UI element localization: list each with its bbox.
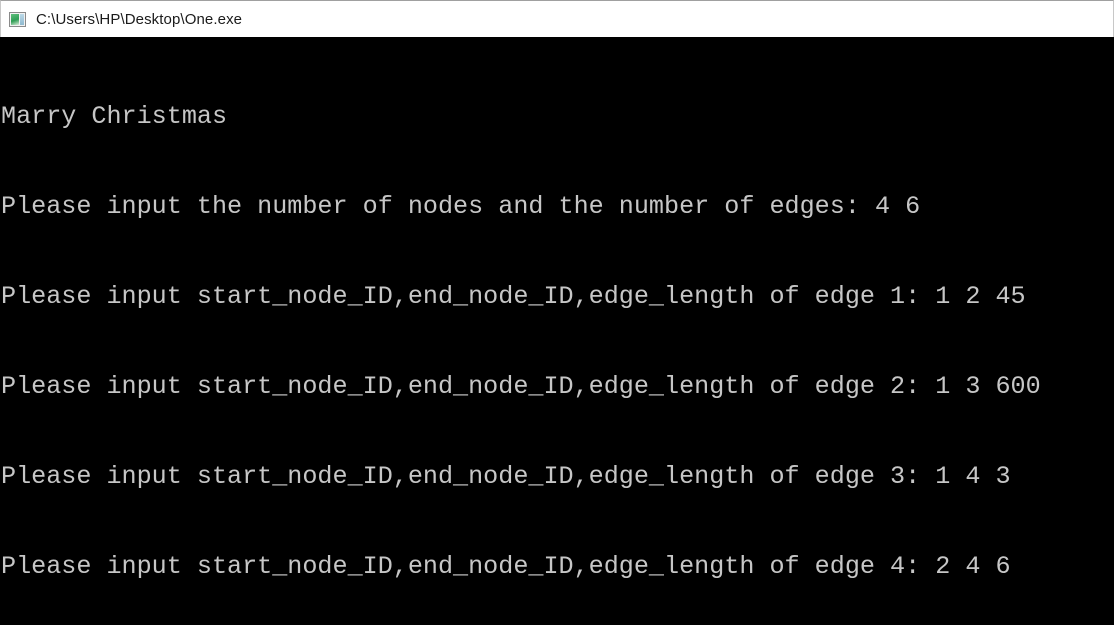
console-output-area[interactable]: Marry Christmas Please input the number … <box>0 37 1114 625</box>
console-line: Please input the number of nodes and the… <box>1 192 921 221</box>
console-app-icon <box>9 11 26 27</box>
console-line: Please input start_node_ID,end_node_ID,e… <box>1 462 1011 491</box>
console-line: Please input start_node_ID,end_node_ID,e… <box>1 282 1026 311</box>
app-icon-sidepane <box>20 13 24 25</box>
title-bar[interactable]: C:\Users\HP\Desktop\One.exe <box>0 0 1114 37</box>
console-text: Marry Christmas Please input the number … <box>0 42 1114 625</box>
console-line: Marry Christmas <box>1 102 228 131</box>
console-line: Please input start_node_ID,end_node_ID,e… <box>1 372 1041 401</box>
console-line: Please input start_node_ID,end_node_ID,e… <box>1 552 1011 581</box>
window-title: C:\Users\HP\Desktop\One.exe <box>36 10 243 28</box>
console-window: C:\Users\HP\Desktop\One.exe Marry Christ… <box>0 0 1114 625</box>
app-icon-screen <box>11 13 19 25</box>
